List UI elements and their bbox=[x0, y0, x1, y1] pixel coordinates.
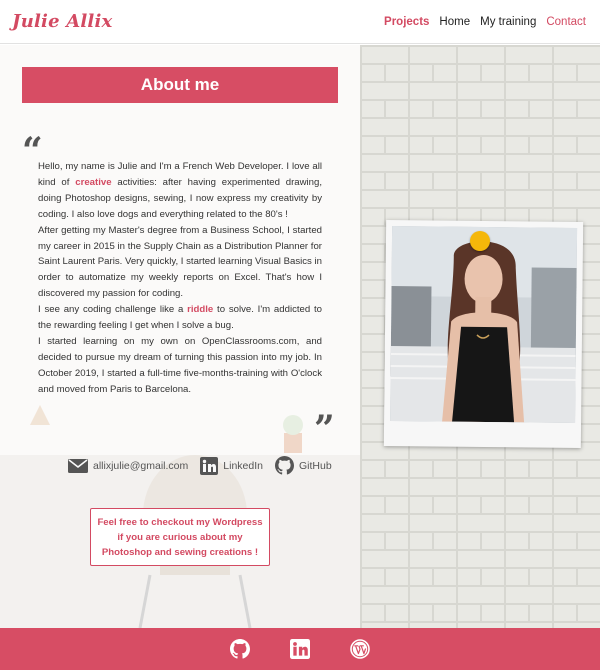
contact-links: allixjulie@gmail.com LinkedIn GitHub bbox=[68, 456, 332, 475]
email-text: allixjulie@gmail.com bbox=[93, 459, 189, 472]
nav-my-training[interactable]: My training bbox=[480, 16, 536, 28]
nav-contact[interactable]: Contact bbox=[546, 16, 586, 28]
github-link[interactable]: GitHub bbox=[274, 456, 332, 475]
github-text: GitHub bbox=[298, 459, 332, 472]
site-header: Julie Allix Projects Home My training Co… bbox=[0, 0, 600, 44]
nav-home[interactable]: Home bbox=[439, 16, 470, 28]
email-link[interactable]: allixjulie@gmail.com bbox=[68, 458, 189, 473]
footer-wordpress-link[interactable] bbox=[350, 639, 370, 659]
linkedin-icon bbox=[290, 639, 310, 659]
brick-wall-panel bbox=[360, 45, 600, 628]
bio-paragraph: Hello, my name is Julie and I'm a French… bbox=[38, 161, 323, 220]
pin-icon bbox=[470, 231, 490, 251]
site-logo[interactable]: Julie Allix bbox=[12, 11, 112, 32]
bio-paragraph: I see any coding challenge like a riddle… bbox=[38, 304, 322, 332]
highlight-riddle: riddle bbox=[187, 304, 214, 316]
footer-linkedin-link[interactable] bbox=[290, 639, 310, 659]
polaroid-frame bbox=[383, 219, 584, 449]
about-title: About me bbox=[22, 67, 338, 103]
bio-paragraph: I started learning on my own on OpenClas… bbox=[38, 335, 322, 395]
github-icon bbox=[274, 456, 294, 475]
linkedin-icon bbox=[200, 456, 219, 475]
main-nav: Projects Home My training Contact bbox=[384, 16, 586, 28]
portrait-illustration bbox=[390, 226, 578, 423]
about-panel: About me “ Hello, my name is Julie and I… bbox=[0, 45, 360, 628]
close-quote-icon: ” bbox=[314, 408, 335, 450]
bio-paragraph: After getting my Master's degree from a … bbox=[38, 224, 322, 300]
linkedin-link[interactable]: LinkedIn bbox=[200, 456, 263, 475]
footer-github-link[interactable] bbox=[230, 639, 250, 659]
highlight-creative: creative bbox=[75, 176, 112, 188]
envelope-icon bbox=[68, 458, 88, 473]
profile-photo bbox=[390, 226, 578, 423]
nav-projects[interactable]: Projects bbox=[384, 16, 429, 28]
wordpress-callout-button[interactable]: Feel free to checkout my Wordpress if yo… bbox=[90, 508, 270, 566]
linkedin-text: LinkedIn bbox=[223, 459, 263, 472]
bio-text: Hello, my name is Julie and I'm a French… bbox=[38, 159, 322, 398]
github-icon bbox=[230, 639, 250, 659]
site-footer bbox=[0, 628, 600, 670]
wordpress-icon bbox=[350, 639, 370, 659]
